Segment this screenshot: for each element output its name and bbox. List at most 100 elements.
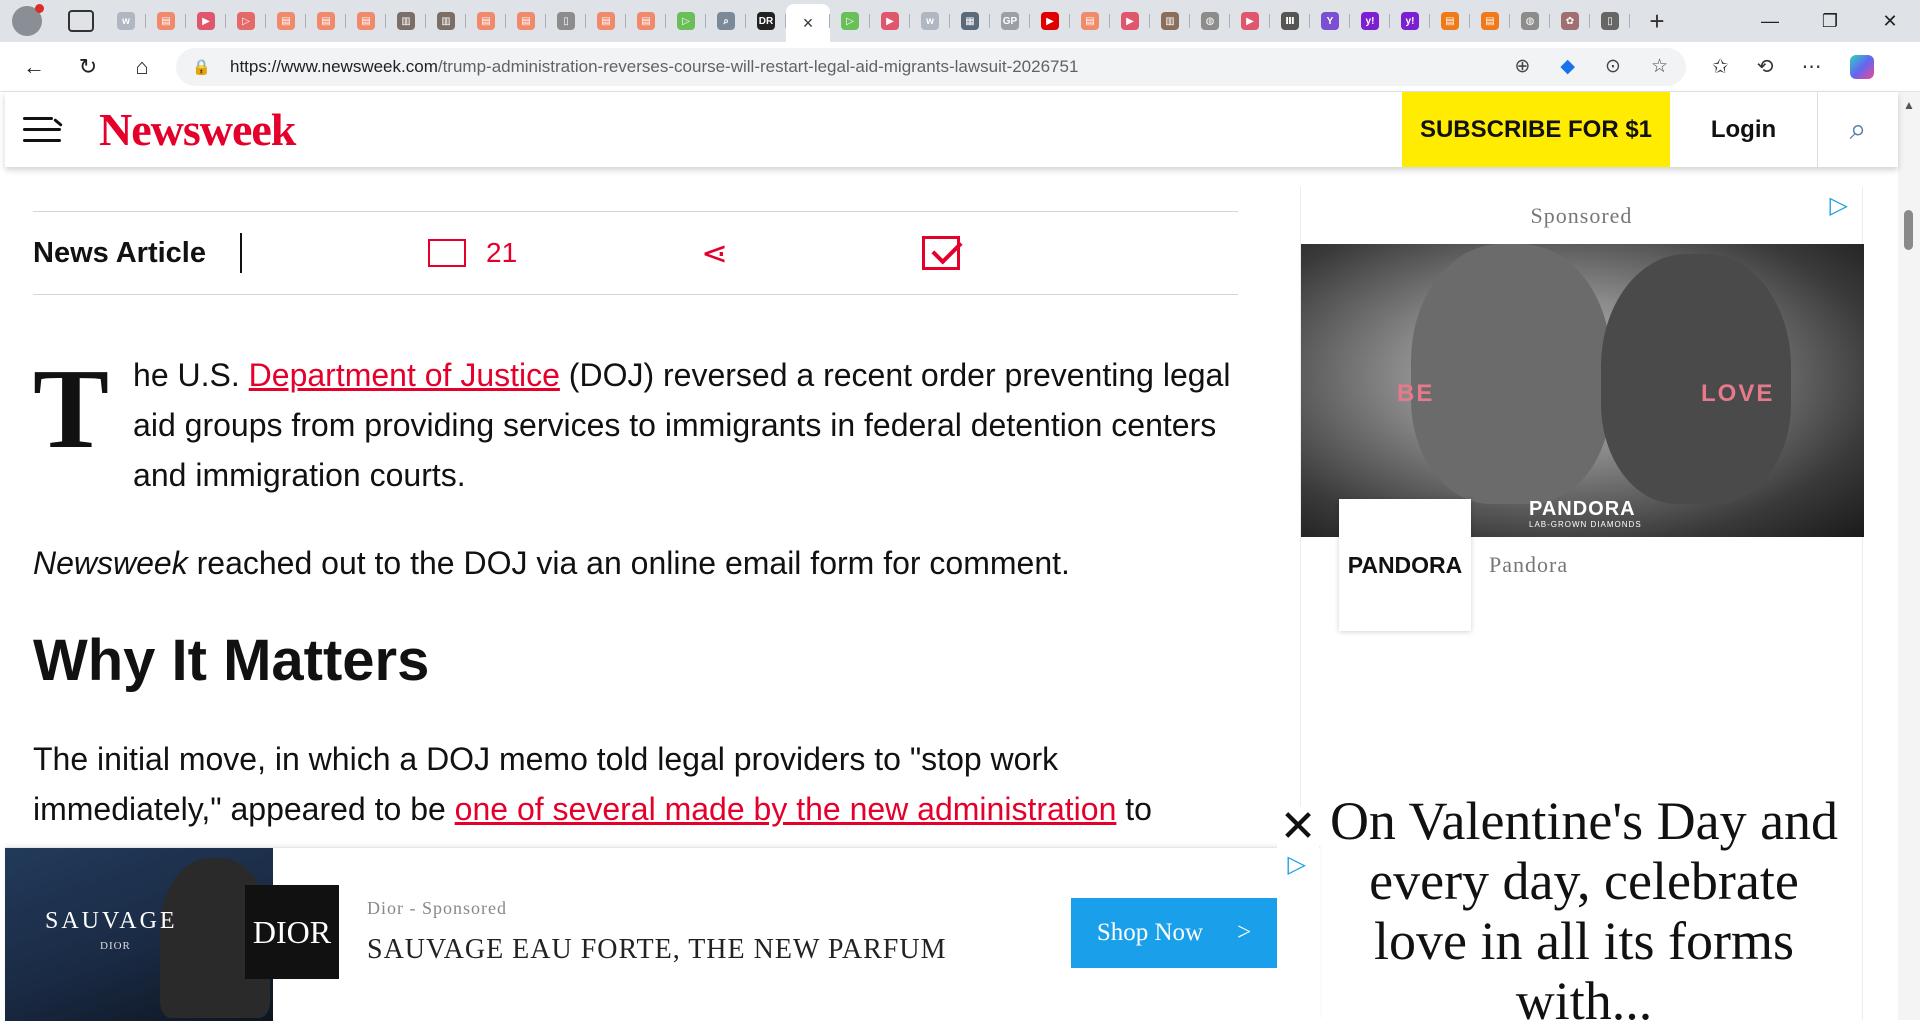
newsweek-logo[interactable]: Newsweek	[99, 103, 296, 156]
tab-favicon-icon: ▶	[881, 12, 899, 30]
browser-tab[interactable]: ▤	[266, 4, 306, 38]
adchoices-icon[interactable]: ▷	[1830, 191, 1848, 220]
ad-title[interactable]: SAUVAGE EAU FORTE, THE NEW PARFUM	[367, 934, 946, 966]
scroll-thumb[interactable]	[1904, 210, 1913, 250]
browser-tab[interactable]: ⌕	[706, 4, 746, 38]
sticky-bottom-ad[interactable]: SAUVAGE DIOR DIOR Dior - Sponsored SAUVA…	[5, 847, 1320, 1021]
tab-favicon-icon: ▤	[157, 12, 175, 30]
browser-tab[interactable]: ▤	[506, 4, 546, 38]
browser-tab[interactable]: ▤	[346, 4, 386, 38]
browser-tab[interactable]: ▷	[226, 4, 266, 38]
browser-tab[interactable]: GP	[990, 4, 1030, 38]
browser-tab[interactable]: ▤	[586, 4, 626, 38]
active-tab[interactable]: ×	[786, 4, 830, 42]
browser-tab[interactable]: y!	[1390, 4, 1430, 38]
share-icon[interactable]: ⋖	[701, 234, 728, 272]
tab-favicon-icon: ▤	[477, 12, 495, 30]
pandora-ad-image[interactable]: BE LOVE PANDORA LAB-GROWN DIAMONDS	[1301, 244, 1864, 537]
scroll-up-arrow-icon[interactable]: ▲	[1903, 98, 1915, 112]
browser-tab[interactable]: ▤	[1070, 4, 1110, 38]
zoom-icon[interactable]: ⊕	[1514, 55, 1530, 78]
doj-link[interactable]: Department of Justice	[249, 357, 560, 393]
hamburger-menu-icon[interactable]	[23, 110, 67, 150]
settings-menu-icon[interactable]: ⋯	[1802, 54, 1822, 79]
browser-tab[interactable]: Y	[1310, 4, 1350, 38]
tab-favicon-icon: Y	[1321, 12, 1339, 30]
browser-tab[interactable]: ▷	[830, 4, 870, 38]
browser-tab[interactable]: ▥	[386, 4, 426, 38]
browser-tab[interactable]: ▶	[1230, 4, 1270, 38]
browser-tab[interactable]: DR	[746, 4, 786, 38]
favorites-icon[interactable]: ✩	[1712, 54, 1729, 79]
tab-favicon-icon: ◍	[1201, 12, 1219, 30]
fact-check-icon[interactable]	[921, 236, 960, 270]
home-icon[interactable]: ⌂	[122, 47, 162, 87]
dior-logo[interactable]: DIOR	[245, 885, 339, 979]
article-paragraph-3: The initial move, in which a DOJ memo to…	[33, 734, 1238, 834]
browser-tab[interactable]: ▤	[466, 4, 506, 38]
browser-tab[interactable]: ▯	[1590, 4, 1630, 38]
tab-favicon-icon: ▤	[357, 12, 375, 30]
browser-tab[interactable]: ▤	[146, 4, 186, 38]
address-bar[interactable]: 🔒 https://www.newsweek.com/trump-adminis…	[176, 47, 1686, 86]
browser-tab[interactable]: ▤	[626, 4, 666, 38]
more-tools-icon[interactable]: ⊙	[1605, 55, 1621, 78]
browser-tab[interactable]: ✿	[1550, 4, 1590, 38]
browser-tab[interactable]: w	[910, 4, 950, 38]
browser-tab[interactable]: ▶	[186, 4, 226, 38]
browser-tab[interactable]: ▥	[1150, 4, 1190, 38]
browser-tab[interactable]: ▷	[666, 4, 706, 38]
restore-button[interactable]: ❐	[1800, 0, 1860, 42]
comments-button[interactable]: 21	[428, 237, 517, 269]
ad-headline[interactable]: On Valentine's Day and every day, celebr…	[1329, 791, 1839, 1020]
refresh-icon[interactable]: ↻	[68, 47, 108, 87]
comment-count: 21	[486, 237, 518, 268]
back-icon[interactable]: ←	[14, 47, 54, 87]
minimize-button[interactable]: —	[1740, 0, 1800, 42]
browser-toolbar: ← ↻ ⌂ 🔒 https://www.newsweek.com/trump-a…	[0, 42, 1920, 92]
tab-favicon-icon: ▶	[197, 12, 215, 30]
tab-favicon-icon: ▶	[1241, 12, 1259, 30]
browser-tab[interactable]: ▯	[546, 4, 586, 38]
article-action-bar: News Article 21 ⋖	[33, 211, 1238, 295]
tab-favicon-icon: ▷	[677, 12, 695, 30]
browser-tab[interactable]: ▶	[1110, 4, 1150, 38]
advertiser-name[interactable]: Pandora	[1489, 552, 1568, 578]
article-paragraph-2: Newsweek reached out to the DOJ via an o…	[33, 538, 1238, 588]
browser-tab[interactable]: Ⅲ	[1270, 4, 1310, 38]
tab-actions-icon[interactable]	[68, 10, 94, 32]
sidebar-ad[interactable]: Sponsored ▷ BE LOVE PANDORA LAB-GROWN DI…	[1300, 187, 1864, 1020]
close-ad-button[interactable]: ✕	[1277, 805, 1319, 849]
browser-tab[interactable]: w	[106, 4, 146, 38]
browser-tab[interactable]: ▥	[426, 4, 466, 38]
history-icon[interactable]: ⟲	[1757, 54, 1774, 79]
administration-link[interactable]: one of several made by the new administr…	[455, 791, 1117, 827]
shopping-tag-icon[interactable]: ◆	[1560, 55, 1575, 78]
browser-tab[interactable]: ▦	[950, 4, 990, 38]
adchoices-icon[interactable]: ▷	[1288, 850, 1306, 879]
shop-now-button[interactable]: Shop Now >	[1071, 898, 1277, 968]
favorite-star-icon[interactable]: ☆	[1651, 55, 1668, 78]
browser-tab[interactable]: ▤	[306, 4, 346, 38]
subscribe-button[interactable]: SUBSCRIBE FOR $1	[1402, 92, 1670, 167]
login-button[interactable]: Login	[1670, 92, 1818, 167]
browser-tab[interactable]: ▶	[870, 4, 910, 38]
browser-tab[interactable]: ▤	[1430, 4, 1470, 38]
browser-tab[interactable]: ◍	[1190, 4, 1230, 38]
ai-search-icon[interactable]: ⌕	[1818, 92, 1898, 167]
url-text[interactable]: https://www.newsweek.com/trump-administr…	[230, 57, 1078, 77]
browser-tab[interactable]: ▤	[1470, 4, 1510, 38]
browser-tab[interactable]: ◍	[1510, 4, 1550, 38]
copilot-icon[interactable]	[1849, 54, 1874, 79]
browser-tab[interactable]: y!	[1350, 4, 1390, 38]
dior-ad-image[interactable]: SAUVAGE DIOR	[5, 848, 273, 1021]
new-tab-button[interactable]: +	[1640, 6, 1674, 37]
site-info-icon[interactable]: 🔒	[192, 58, 216, 76]
close-window-button[interactable]: ✕	[1860, 0, 1920, 42]
close-tab-icon[interactable]: ×	[803, 13, 814, 34]
pandora-logo-card[interactable]: PANDORA	[1339, 499, 1471, 631]
profile-avatar[interactable]	[12, 4, 44, 36]
browser-tab[interactable]: ▶	[1030, 4, 1070, 38]
url-host: https://www.newsweek.com	[230, 56, 438, 76]
page-scrollbar[interactable]: ▲	[1898, 92, 1920, 1020]
